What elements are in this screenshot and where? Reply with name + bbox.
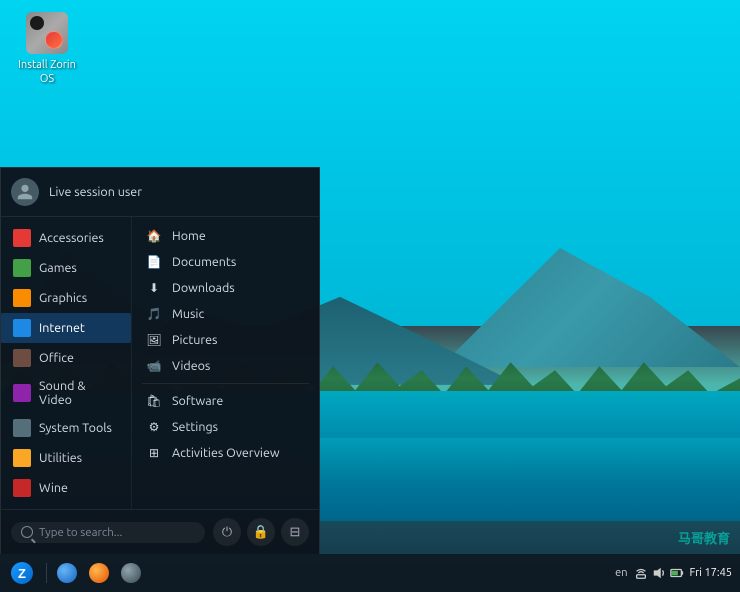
menu-item-office[interactable]: Office [1,343,131,373]
graphics-icon [13,289,31,307]
taskbar: en Fri 17:4 [0,554,740,592]
settings-label: Settings [172,420,218,434]
taskbar-clock[interactable]: Fri 17:45 [690,567,732,579]
videos-label: Videos [172,359,210,373]
action-software[interactable]: 🛍 Software [132,388,319,414]
desktop: Install Zorin OS 马哥教育 Live session user … [0,0,740,592]
taskbar-files-icon[interactable] [118,560,144,586]
menu-user-section: Live session user [1,168,319,217]
place-pictures[interactable]: 🖼 Pictures [132,327,319,353]
menu-item-graphics[interactable]: Graphics [1,283,131,313]
place-downloads[interactable]: ⬇ Downloads [132,275,319,301]
videos-icon: 📹 [146,358,162,374]
search-input-wrap[interactable]: Type to search... [11,522,205,543]
menu-search-bar: Type to search... ⏻ 🔒 ⊟ [1,509,319,554]
browser-icon [57,563,77,583]
settings-icon: ⚙ [146,419,162,435]
utilities-label: Utilities [39,451,82,465]
downloads-icon: ⬇ [146,280,162,296]
sound-video-label: Sound & Video [39,379,119,407]
volume-icon[interactable] [652,566,666,580]
accessories-icon [13,229,31,247]
search-placeholder: Type to search... [39,526,122,539]
music-label: Music [172,307,204,321]
power-button[interactable]: ⏻ [213,518,241,546]
start-menu: Live session user Accessories Games Grap… [0,167,320,554]
place-music[interactable]: 🎵 Music [132,301,319,327]
wine-icon [13,479,31,497]
search-icon [21,526,33,538]
taskbar-right: en Fri 17:4 [615,566,732,580]
home-icon: 🏠 [146,228,162,244]
accessories-label: Accessories [39,231,104,245]
system-tools-icon [13,419,31,437]
menu-item-wine[interactable]: Wine [1,473,131,503]
games-icon [13,259,31,277]
user-avatar [11,178,39,206]
software-label: Software [172,394,223,408]
games-label: Games [39,261,77,275]
action-activities[interactable]: ⊞ Activities Overview [132,440,319,466]
taskbar-browser-icon[interactable] [54,560,80,586]
action-settings[interactable]: ⚙ Settings [132,414,319,440]
software-icon: 🛍 [146,393,162,409]
wine-label: Wine [39,481,68,495]
desktop-icon-image [26,12,68,54]
menu-item-utilities[interactable]: Utilities [1,443,131,473]
places-divider [142,383,309,384]
menu-item-games[interactable]: Games [1,253,131,283]
system-tools-label: System Tools [39,421,112,435]
start-button[interactable] [8,559,36,587]
lock-button[interactable]: 🔒 [247,518,275,546]
activities-icon: ⊞ [146,445,162,461]
taskbar-mail-icon[interactable] [86,560,112,586]
music-icon: 🎵 [146,306,162,322]
documents-label: Documents [172,255,236,269]
zorin-logo [11,562,33,584]
menu-item-sound-video[interactable]: Sound & Video [1,373,131,413]
mail-icon [89,563,109,583]
menu-item-accessories[interactable]: Accessories [1,223,131,253]
desktop-icon-install-zorin[interactable]: Install Zorin OS [12,12,82,87]
office-label: Office [39,351,74,365]
files-icon [121,563,141,583]
menu-item-internet[interactable]: Internet [1,313,131,343]
internet-icon [13,319,31,337]
graphics-label: Graphics [39,291,87,305]
menu-categories: Accessories Games Graphics Internet Offi… [1,217,131,509]
systray-icons [634,566,684,580]
place-videos[interactable]: 📹 Videos [132,353,319,379]
menu-item-system-tools[interactable]: System Tools [1,413,131,443]
user-icon [16,183,34,201]
user-name-label: Live session user [49,185,142,199]
utilities-icon [13,449,31,467]
sound-video-icon [13,384,31,402]
taskbar-separator [46,563,47,583]
documents-icon: 📄 [146,254,162,270]
network-icon[interactable] [634,566,648,580]
desktop-icon-label: Install Zorin OS [18,58,76,87]
menu-bottom-actions: ⏻ 🔒 ⊟ [213,518,309,546]
menu-places: 🏠 Home 📄 Documents ⬇ Downloads 🎵 Music 🖼 [131,217,319,509]
taskbar-lang[interactable]: en [615,567,627,579]
watermark: 马哥教育 [678,528,730,547]
overview-button[interactable]: ⊟ [281,518,309,546]
home-label: Home [172,229,206,243]
place-home[interactable]: 🏠 Home [132,223,319,249]
pictures-label: Pictures [172,333,217,347]
pictures-icon: 🖼 [146,332,162,348]
internet-label: Internet [39,321,85,335]
menu-columns: Accessories Games Graphics Internet Offi… [1,217,319,509]
place-documents[interactable]: 📄 Documents [132,249,319,275]
office-icon [13,349,31,367]
downloads-label: Downloads [172,281,235,295]
activities-label: Activities Overview [172,446,280,460]
battery-icon[interactable] [670,566,684,580]
